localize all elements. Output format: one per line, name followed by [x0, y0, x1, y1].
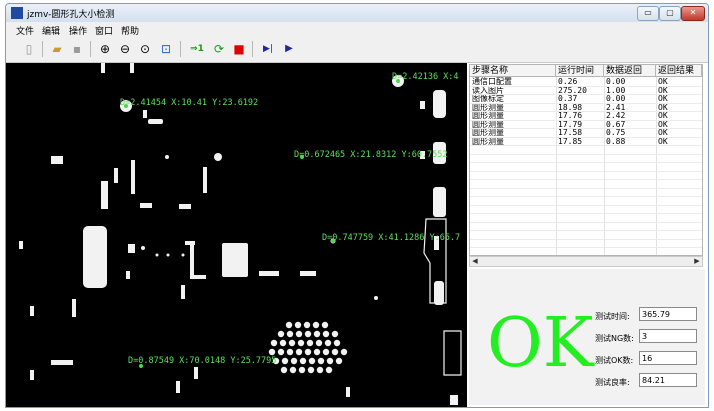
caption-4: D=0.747759 X:41.1286 Y:65.7 [322, 233, 461, 243]
open-icon[interactable]: ▰ [48, 40, 66, 58]
table-gridline [470, 145, 702, 146]
zoom-actual-icon[interactable]: ⊡ [157, 40, 175, 58]
stat-label-yield: 测试良率: [595, 378, 630, 387]
maximize-button[interactable]: ▢ [659, 6, 681, 21]
right-panel: 步骤名称 运行时间 数据返回 返回结果 通信口配置 0.26 0.00 OK 读入图片 2… [467, 63, 708, 407]
table-gridline [470, 94, 702, 95]
stat-value-ng: 3 [639, 329, 697, 343]
loop-icon[interactable]: ⟳ [210, 40, 228, 58]
table-gridline [470, 213, 702, 214]
main-window: jzmv-圆形孔大小检测 ▭ ▢ ✕ 文件 编辑 操作 窗口 帮助 ▯ ▰ ▪ … [5, 3, 709, 408]
table-gridline [470, 221, 702, 223]
result-indicator: OK [487, 304, 594, 383]
table-gridline [470, 111, 702, 112]
minimize-button[interactable]: ▭ [637, 6, 659, 21]
horizontal-scrollbar[interactable]: ◀ ▶ [469, 256, 703, 267]
stat-value-yield: 84.21 [639, 373, 697, 387]
toolbar: ▯ ▰ ▪ ⊕ ⊖ ⊙ ⊡ ⇒1 ⟳ ■ ▶| ▶ [6, 36, 708, 63]
stop-icon[interactable]: ■ [230, 40, 248, 58]
app-icon [11, 7, 23, 19]
step-icon[interactable]: ▶| [258, 40, 278, 58]
save-icon[interactable]: ▪ [68, 40, 86, 58]
table-gridline [470, 102, 702, 104]
run-once-icon[interactable]: ⇒1 [186, 40, 208, 58]
zoom-out-icon[interactable]: ⊖ [116, 40, 134, 58]
window-title: jzmv-圆形孔大小检测 [27, 10, 115, 20]
table-gridline [470, 238, 702, 240]
new-icon[interactable]: ▯ [20, 40, 38, 58]
stat-label-ng: 测试NG数: [595, 334, 634, 343]
step-table[interactable]: 步骤名称 运行时间 数据返回 返回结果 通信口配置 0.26 0.00 OK 读入图片 2… [469, 64, 703, 256]
table-gridline [470, 119, 702, 121]
table-gridline [470, 136, 702, 138]
table-gridline [470, 196, 702, 197]
table-gridline [470, 128, 702, 129]
table-gridline [470, 230, 702, 231]
header-step-name[interactable]: 步骤名称 [470, 65, 556, 77]
stat-label-ok: 测试OK数: [595, 356, 634, 365]
header-run-time[interactable]: 运行时间 [556, 65, 604, 77]
caption-5: D=0.87549 X:70.0148 Y:25.7795 [128, 356, 277, 366]
close-button[interactable]: ✕ [681, 6, 705, 21]
table-gridline [470, 170, 702, 172]
table-gridline [470, 153, 702, 155]
table-gridline [470, 85, 702, 87]
table-gridline [470, 204, 702, 206]
table-gridline [470, 179, 702, 180]
scroll-right-arrow-icon[interactable]: ▶ [692, 257, 702, 266]
header-data-return[interactable]: 数据返回 [604, 65, 656, 77]
table-gridline [470, 162, 702, 163]
image-view[interactable]: D=2.41454 X:10.41 Y:23.6192 D=2.42136 X:… [6, 63, 467, 407]
scroll-left-arrow-icon[interactable]: ◀ [470, 257, 480, 266]
stat-value-time: 365.79 [639, 307, 697, 321]
stat-label-time: 测试时间: [595, 312, 630, 321]
caption-2: D=2.42136 X:4 [392, 72, 459, 82]
caption-3: D=0.672465 X:21.8312 Y:60.7552 [294, 150, 448, 160]
caption-1: D=2.41454 X:10.41 Y:23.6192 [120, 98, 259, 108]
header-result[interactable]: 返回结果 [656, 65, 702, 77]
table-gridline [470, 187, 702, 189]
zoom-fit-icon[interactable]: ⊙ [136, 40, 154, 58]
menu-bar: 文件 编辑 操作 窗口 帮助 [6, 22, 708, 37]
play-icon[interactable]: ▶ [280, 40, 298, 58]
title-bar: jzmv-圆形孔大小检测 ▭ ▢ ✕ [6, 4, 708, 22]
stat-value-ok: 16 [639, 351, 697, 365]
zoom-in-icon[interactable]: ⊕ [96, 40, 114, 58]
table-gridline [470, 247, 702, 248]
stats-panel: OK 测试时间: 365.79 测试NG数: 3 测试OK数: 16 测试良率:… [469, 269, 705, 405]
